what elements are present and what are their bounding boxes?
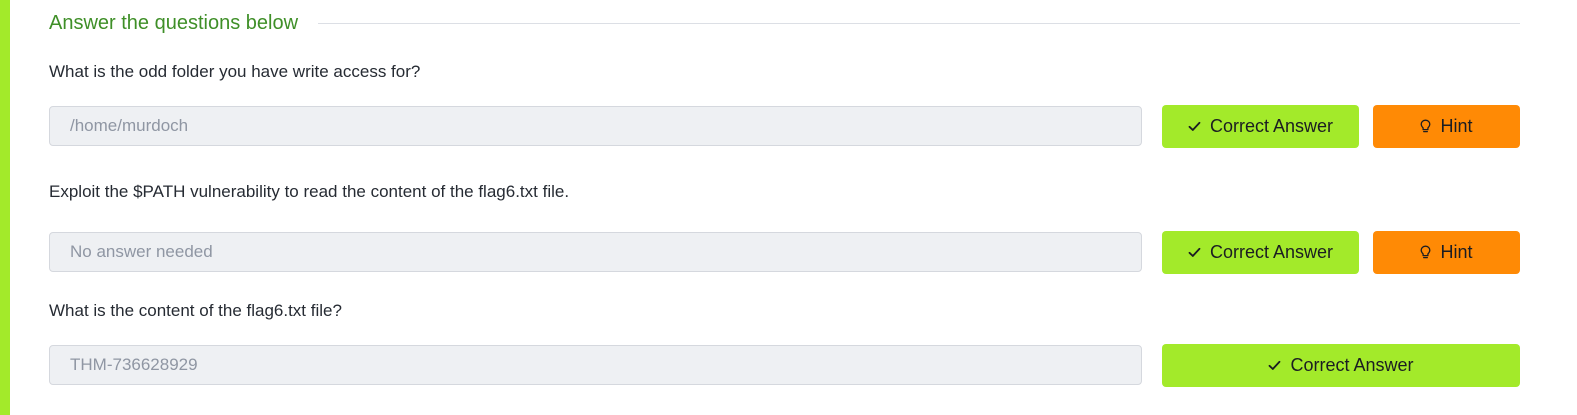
correct-answer-label: Correct Answer bbox=[1209, 116, 1334, 136]
correct-answer-label: Correct Answer bbox=[1209, 242, 1334, 262]
question-2-text: Exploit the $PATH vulnerability to read … bbox=[49, 182, 570, 201]
question-2-answer-field[interactable]: No answer needed bbox=[49, 232, 1142, 272]
question-1-text: What is the odd folder you have write ac… bbox=[49, 62, 421, 81]
question-3-text: What is the content of the flag6.txt fil… bbox=[49, 301, 342, 320]
hint-label: Hint bbox=[1440, 116, 1473, 136]
question-1-correct-answer-button[interactable]: Correct Answer bbox=[1162, 105, 1359, 148]
question-3-answer-field[interactable]: THM-736628929 bbox=[49, 345, 1142, 385]
lightbulb-icon bbox=[1421, 119, 1431, 133]
check-icon bbox=[1188, 121, 1201, 131]
question-2-hint-button[interactable]: Hint bbox=[1373, 231, 1520, 274]
lightbulb-icon bbox=[1421, 245, 1431, 259]
correct-answer-label: Correct Answer bbox=[1290, 355, 1414, 375]
section-divider bbox=[318, 22, 1520, 24]
section-title: Answer the questions below bbox=[49, 11, 299, 34]
question-2-correct-answer-button[interactable]: Correct Answer bbox=[1162, 231, 1359, 274]
questions-panel: Answer the questions below What is the o… bbox=[0, 0, 1577, 415]
question-1-hint-button[interactable]: Hint bbox=[1373, 105, 1520, 148]
check-icon bbox=[1269, 360, 1281, 370]
hint-label: Hint bbox=[1440, 242, 1473, 262]
section-header: Answer the questions below bbox=[49, 8, 1520, 38]
question-1-answer-field[interactable]: /home/murdoch bbox=[49, 106, 1142, 146]
accent-bar bbox=[0, 0, 10, 415]
check-icon bbox=[1188, 247, 1201, 257]
question-3-correct-answer-button[interactable]: Correct Answer bbox=[1162, 344, 1520, 387]
